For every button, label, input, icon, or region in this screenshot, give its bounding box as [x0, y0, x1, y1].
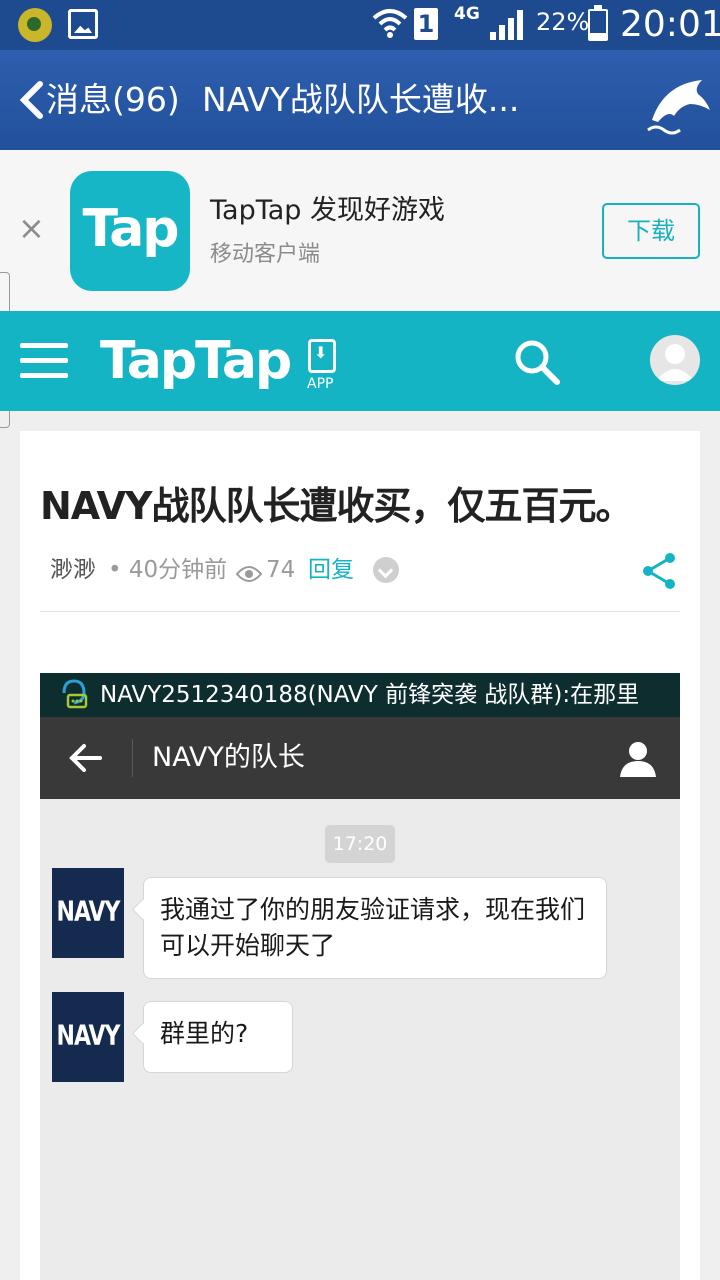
divider — [40, 611, 680, 612]
share-icon[interactable] — [640, 551, 680, 591]
wifi-icon — [372, 6, 408, 49]
taptap-app-icon[interactable]: Tap — [70, 171, 190, 291]
avatar: NAVY — [52, 868, 124, 958]
reply-link[interactable]: 回复 — [308, 553, 354, 587]
chat-header: NAVY的队长 — [40, 717, 680, 799]
chat-notification-bar: NAVY2512340188(NAVY 前锋突袭 战队群):在那里 — [40, 673, 680, 717]
chat-title: NAVY的队长 — [152, 742, 305, 773]
sim-icon: 1 — [414, 8, 438, 40]
close-ad-button[interactable]: × — [18, 208, 45, 248]
chevron-down-icon[interactable] — [373, 557, 399, 583]
ad-subtitle: 移动客户端 — [210, 242, 321, 267]
gallery-icon — [68, 9, 98, 39]
article-image-chat-screenshot[interactable]: NAVY2512340188(NAVY 前锋突袭 战队群):在那里 NAVY的队… — [40, 673, 680, 1280]
status-bar: 1 4G 22% 20:01 — [0, 0, 720, 50]
notification-text: NAVY2512340188(NAVY 前锋突袭 战队群):在那里 — [100, 682, 640, 708]
download-app-icon[interactable] — [308, 339, 336, 373]
taptap-logo[interactable]: TapTap — [100, 329, 292, 393]
article-card: NAVY战队队长遭收买，仅五百元。 渺渺 • 40分钟前 74 回复 NAVY2… — [20, 431, 700, 1280]
dolphin-browser-icon[interactable] — [644, 70, 714, 140]
search-icon[interactable] — [512, 337, 562, 387]
article-title: NAVY战队队长遭收买，仅五百元。 — [40, 484, 634, 528]
app-ad-banner: × Tap TapTap 发现好游戏 移动客户端 下载 — [0, 150, 720, 312]
post-time: • 40分钟前 — [108, 557, 228, 583]
battery-percent: 22% — [536, 8, 590, 36]
menu-icon[interactable] — [20, 343, 68, 379]
back-arrow-icon[interactable] — [16, 80, 50, 120]
view-count: 74 — [266, 557, 296, 583]
signal-icon — [490, 10, 524, 40]
back-button-label[interactable]: 消息(96) — [46, 78, 180, 122]
arrow-left-icon — [68, 743, 102, 773]
author-name[interactable]: 渺渺 — [50, 553, 96, 587]
download-button[interactable]: 下载 — [602, 203, 700, 259]
person-icon — [618, 739, 658, 779]
message-bubble: 我通过了你的朋友验证请求，现在我们可以开始聊天了 — [143, 877, 607, 979]
message-bubble: 群里的? — [143, 1001, 293, 1073]
music-app-icon — [18, 8, 52, 42]
message-timestamp: 17:20 — [325, 825, 395, 863]
page-title: NAVY战队队长遭收... — [202, 80, 520, 119]
eye-icon — [235, 560, 263, 582]
network-type: 4G — [454, 4, 480, 24]
site-nav-bar: TapTap APP — [0, 311, 720, 411]
user-avatar-icon[interactable] — [650, 335, 700, 385]
header-separator — [132, 739, 133, 777]
app-label[interactable]: APP — [307, 376, 333, 392]
battery-icon — [588, 5, 608, 41]
title-bar: 消息(96) NAVY战队队长遭收... — [0, 50, 720, 150]
ad-app-name: TapTap 发现好游戏 — [210, 195, 445, 226]
chat-bubble-icon — [60, 679, 88, 711]
avatar: NAVY — [52, 992, 124, 1082]
clock: 20:01 — [620, 4, 720, 45]
